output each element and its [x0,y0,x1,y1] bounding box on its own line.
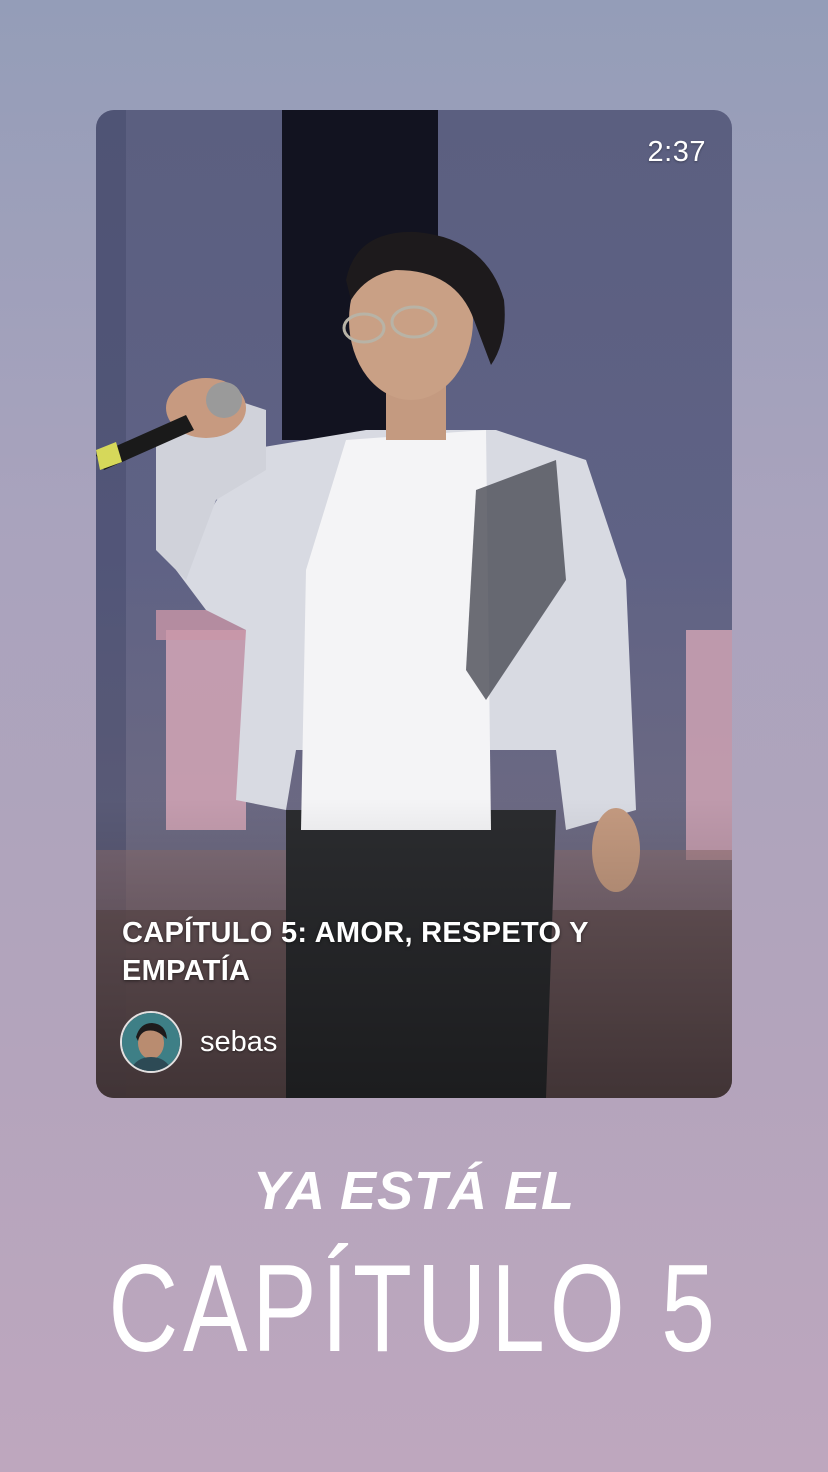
avatar [120,1011,182,1073]
author-link[interactable]: sebas [120,1010,277,1074]
video-title: CAPÍTULO 5: AMOR, RESPETO Y EMPATÍA [122,917,589,987]
author-name: sebas [200,1025,278,1058]
video-duration: 2:37 [647,136,706,168]
caption-line-1: YA ESTÁ EL [252,1161,576,1221]
caption-line-2: CAPÍTULO 5 [108,1240,720,1378]
igtv-video-card[interactable]: 2:37 CAPÍTULO 5: AMOR, RESPETO Y EMPATÍA… [96,110,732,1098]
